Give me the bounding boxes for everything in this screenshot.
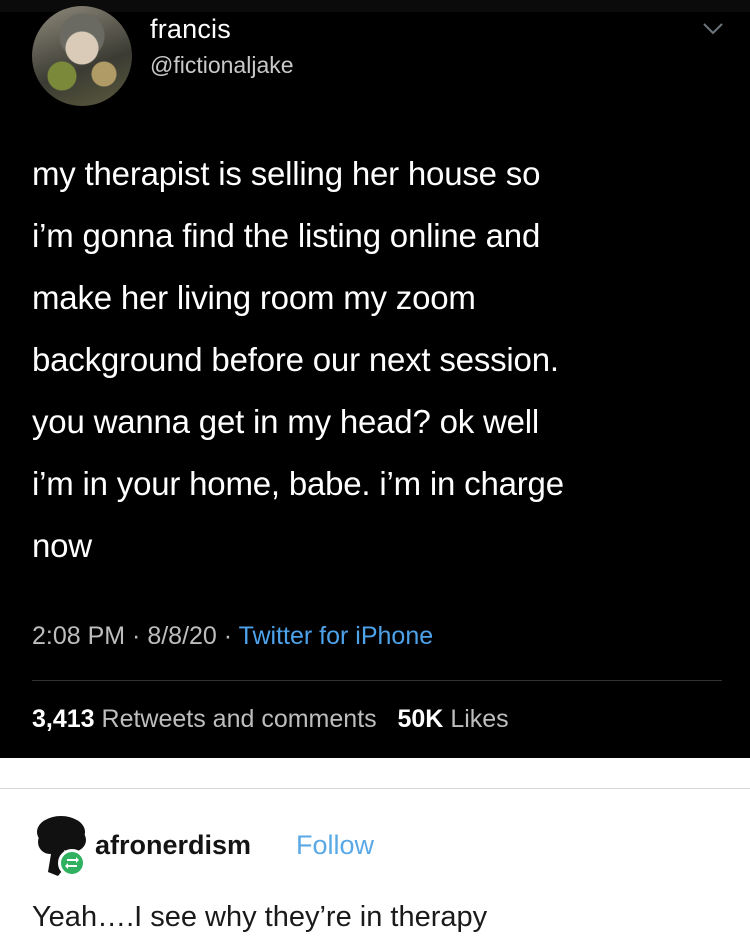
likes-count: 50K bbox=[397, 705, 444, 733]
tweet-date[interactable]: 8/8/20 bbox=[147, 622, 217, 650]
tweet-text: my therapist is selling her house so i’m… bbox=[32, 143, 722, 577]
retweets-stat[interactable]: 3,413 Retweets and comments bbox=[32, 705, 377, 733]
divider bbox=[0, 788, 750, 789]
user-handle[interactable]: @fictionaljake bbox=[150, 52, 294, 79]
retweets-count: 3,413 bbox=[32, 705, 95, 733]
tweet-line: i’m in your home, babe. i’m in charge bbox=[32, 465, 564, 502]
top-edge bbox=[0, 0, 750, 12]
divider bbox=[32, 680, 722, 681]
tweet-source-link[interactable]: Twitter for iPhone bbox=[239, 622, 434, 650]
user-avatar[interactable] bbox=[32, 6, 132, 106]
meta-separator: · bbox=[216, 622, 239, 650]
tweet-metadata: 2:08 PM · 8/8/20 · Twitter for iPhone bbox=[32, 622, 433, 651]
tweet-line: make her living room my zoom bbox=[32, 279, 476, 316]
reblog-post: afronerdism Follow Yeah….I see why they’… bbox=[0, 758, 750, 939]
post-comment: Yeah….I see why they’re in therapy bbox=[32, 901, 488, 933]
tweet-line: i’m gonna find the listing online and bbox=[32, 217, 541, 254]
tweet-card: francis @fictionaljake my therapist is s… bbox=[0, 0, 750, 758]
likes-label: Likes bbox=[450, 705, 509, 733]
tweet-line: now bbox=[32, 527, 92, 564]
tweet-line: you wanna get in my head? ok well bbox=[32, 403, 540, 440]
chevron-down-icon[interactable] bbox=[702, 22, 724, 36]
post-username[interactable]: afronerdism bbox=[95, 830, 251, 861]
reblog-icon bbox=[58, 849, 86, 877]
follow-button[interactable]: Follow bbox=[296, 830, 374, 861]
display-name[interactable]: francis bbox=[150, 14, 231, 45]
tweet-line: background before our next session. bbox=[32, 341, 559, 378]
retweets-label: Retweets and comments bbox=[101, 705, 377, 733]
meta-separator: · bbox=[125, 622, 148, 650]
likes-stat[interactable]: 50K Likes bbox=[397, 705, 508, 733]
tweet-time[interactable]: 2:08 PM bbox=[32, 622, 125, 650]
tweet-stats: 3,413 Retweets and comments 50K Likes bbox=[32, 705, 509, 734]
tweet-line: my therapist is selling her house so bbox=[32, 155, 541, 192]
